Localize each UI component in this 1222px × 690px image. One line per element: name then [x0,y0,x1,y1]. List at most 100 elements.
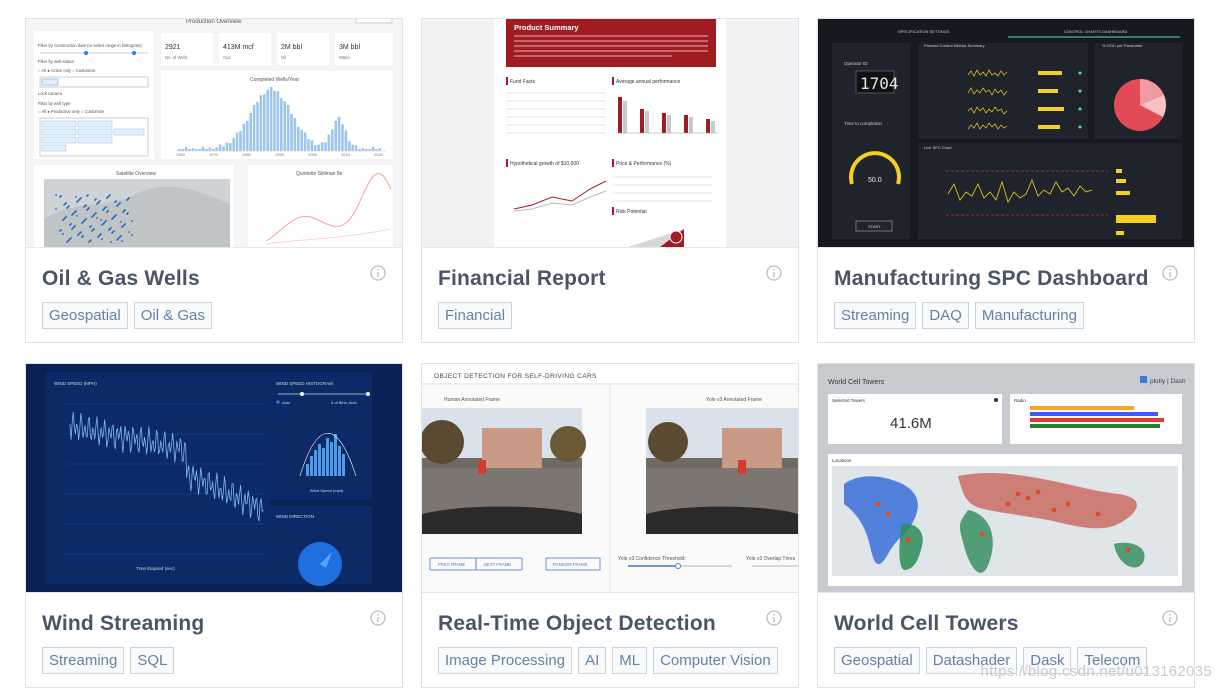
svg-text:Hypothetical growth of $10,000: Hypothetical growth of $10,000 [510,161,579,167]
svg-text:2010: 2010 [341,152,351,157]
svg-text:413M mcf: 413M mcf [223,44,254,51]
app-card-object-detection[interactable]: OBJECT DETECTION FOR SELF-DRIVING CARS H… [421,363,799,688]
app-card-wind-streaming[interactable]: WIND SPEED (MPH) Time Elapsed (sec) WIND… [25,363,403,688]
card-title[interactable]: Financial Report [438,267,606,291]
svg-text:Yolo v3 Overlap Thres: Yolo v3 Overlap Thres [746,556,796,562]
app-thumbnail[interactable]: Product Summary Fund Facts Average annua… [422,19,798,248]
svg-text:# of Bins: Auto: # of Bins: Auto [331,400,358,405]
svg-text:% OOC per Parameter: % OOC per Parameter [1102,43,1143,48]
tag-geospatial[interactable]: Geospatial [42,302,128,329]
svg-text:RANDOM FRAME: RANDOM FRAME [553,562,588,567]
tag-computer-vision[interactable]: Computer Vision [653,647,778,674]
app-card-manufacturing-spc[interactable]: SPECIFICATION SETTINGS CONTROL CHARTS DA… [817,18,1195,343]
svg-text:Wind Speed (mph): Wind Speed (mph) [310,488,344,493]
svg-text:START: START [868,224,881,229]
svg-text:WIND SPEED (MPH): WIND SPEED (MPH) [54,381,97,386]
svg-text:Oil: Oil [281,55,286,60]
card-title[interactable]: Wind Streaming [42,612,204,636]
svg-text:1970: 1970 [209,152,219,157]
svg-text:Water: Water [339,55,351,60]
svg-text:Yolo v3 Annotated Frame: Yolo v3 Annotated Frame [706,397,762,403]
svg-text:World Cell Towers: World Cell Towers [828,379,885,386]
svg-text:SPECIFICATION SETTINGS: SPECIFICATION SETTINGS [898,29,950,34]
app-card-financial-report[interactable]: Product Summary Fund Facts Average annua… [421,18,799,343]
svg-text:2M bbl: 2M bbl [281,44,302,51]
app-thumbnail[interactable]: World Cell Towers plotly | Dash Selected… [818,364,1194,593]
svg-text:Price & Performance (%): Price & Performance (%) [616,161,672,167]
svg-text:OBJECT DETECTION FOR SELF-DRIV: OBJECT DETECTION FOR SELF-DRIVING CARS [434,373,597,380]
svg-text:Product Summary: Product Summary [514,23,579,32]
svg-text:○ All ● Productive only ○ Cust: ○ All ● Productive only ○ Customize [38,109,105,114]
app-thumbnail[interactable]: SPECIFICATION SETTINGS CONTROL CHARTS DA… [818,19,1194,248]
svg-text:Locations: Locations [832,458,852,463]
tag-list: Streaming SQL [42,647,175,674]
svg-text:2000: 2000 [308,152,318,157]
info-icon[interactable] [766,610,782,626]
tag-list: Geospatial Oil & Gas [42,302,212,329]
watermark: https://blog.csdn.net/u013162035 [980,663,1212,680]
tag-sql[interactable]: SQL [130,647,175,674]
svg-text:Time Elapsed (sec): Time Elapsed (sec) [136,566,175,571]
svg-text:1980: 1980 [242,152,252,157]
tag-financial[interactable]: Financial [438,302,513,329]
svg-text:Filter by well type:: Filter by well type: [38,101,72,106]
tag-geospatial[interactable]: Geospatial [834,647,920,674]
svg-text:Lock camera: Lock camera [38,91,63,96]
tag-streaming[interactable]: Streaming [42,647,125,674]
svg-text:Risk Potential: Risk Potential [616,209,647,215]
svg-text:Selected Towers: Selected Towers [832,398,866,403]
card-title[interactable]: Oil & Gas Wells [42,267,200,291]
svg-text:Fund Facts: Fund Facts [510,79,536,85]
svg-text:Radio: Radio [1014,398,1026,403]
svg-text:Process Control Metrics Summar: Process Control Metrics Summary [924,43,985,48]
svg-text:WIND DIRECTION: WIND DIRECTION [276,514,314,519]
svg-text:1704: 1704 [860,74,899,93]
svg-text:Human Annotated Frame: Human Annotated Frame [444,397,500,403]
tag-list: Financial [438,302,513,329]
app-card-oil-gas-wells[interactable]: Production Overview Filter by constructi… [25,18,403,343]
svg-text:41.6M: 41.6M [890,415,932,432]
info-icon[interactable] [370,265,386,281]
svg-text:CONTROL CHARTS DASHBOARD: CONTROL CHARTS DASHBOARD [1064,29,1127,34]
svg-text:Gas: Gas [223,55,231,60]
svg-text:No. of Wells: No. of Wells [165,55,188,60]
svg-text:WIND SPEED HISTOGRAM: WIND SPEED HISTOGRAM [276,381,333,386]
tag-daq[interactable]: DAQ [922,302,969,329]
svg-text:Production Overview: Production Overview [186,19,242,25]
card-title[interactable]: Real-Time Object Detection [438,612,716,636]
tag-ml[interactable]: ML [612,647,648,674]
app-thumbnail[interactable]: Production Overview Filter by constructi… [26,19,402,248]
svg-text:NEXT FRAME: NEXT FRAME [484,562,511,567]
tag-list: Streaming DAQ Manufacturing [834,302,1084,329]
svg-text:Filter by construction date (o: Filter by construction date (or select r… [38,43,143,48]
svg-text:Average annual performance: Average annual performance [616,79,681,85]
app-thumbnail[interactable]: WIND SPEED (MPH) Time Elapsed (sec) WIND… [26,364,402,593]
svg-text:Yolo v3 Confidence Threshold:: Yolo v3 Confidence Threshold: [618,556,686,562]
svg-text:Quintette Stillman 8e: Quintette Stillman 8e [296,171,343,177]
svg-text:2020: 2020 [374,152,384,157]
svg-text:Live SPC Chart: Live SPC Chart [924,145,952,150]
tag-manufacturing[interactable]: Manufacturing [974,302,1084,329]
card-title[interactable]: World Cell Towers [834,612,1019,636]
app-card-world-cell-towers[interactable]: World Cell Towers plotly | Dash Selected… [817,363,1195,688]
tag-list: Image Processing AI ML Computer Vision [438,647,778,674]
tag-streaming[interactable]: Streaming [834,302,917,329]
tag-ai[interactable]: AI [578,647,607,674]
info-icon[interactable] [766,265,782,281]
tag-image-processing[interactable]: Image Processing [438,647,573,674]
svg-text:1990: 1990 [275,152,285,157]
tag-oil-gas[interactable]: Oil & Gas [133,302,212,329]
svg-text:Completed Wells/Year: Completed Wells/Year [250,77,300,83]
svg-text:Auto: Auto [282,400,291,405]
info-icon[interactable] [370,610,386,626]
svg-text:○ All ● Active only ○ Customiz: ○ All ● Active only ○ Customize [38,68,96,73]
info-icon[interactable] [1162,610,1178,626]
svg-text:3M bbl: 3M bbl [339,44,360,51]
svg-text:2921: 2921 [165,44,181,51]
svg-text:plotly | Dash: plotly | Dash [1150,378,1186,385]
svg-text:Satellite Overview: Satellite Overview [116,171,156,177]
svg-text:PREV FRAME: PREV FRAME [438,562,465,567]
app-thumbnail[interactable]: OBJECT DETECTION FOR SELF-DRIVING CARS H… [422,364,798,593]
info-icon[interactable] [1162,265,1178,281]
card-title[interactable]: Manufacturing SPC Dashboard [834,267,1149,291]
